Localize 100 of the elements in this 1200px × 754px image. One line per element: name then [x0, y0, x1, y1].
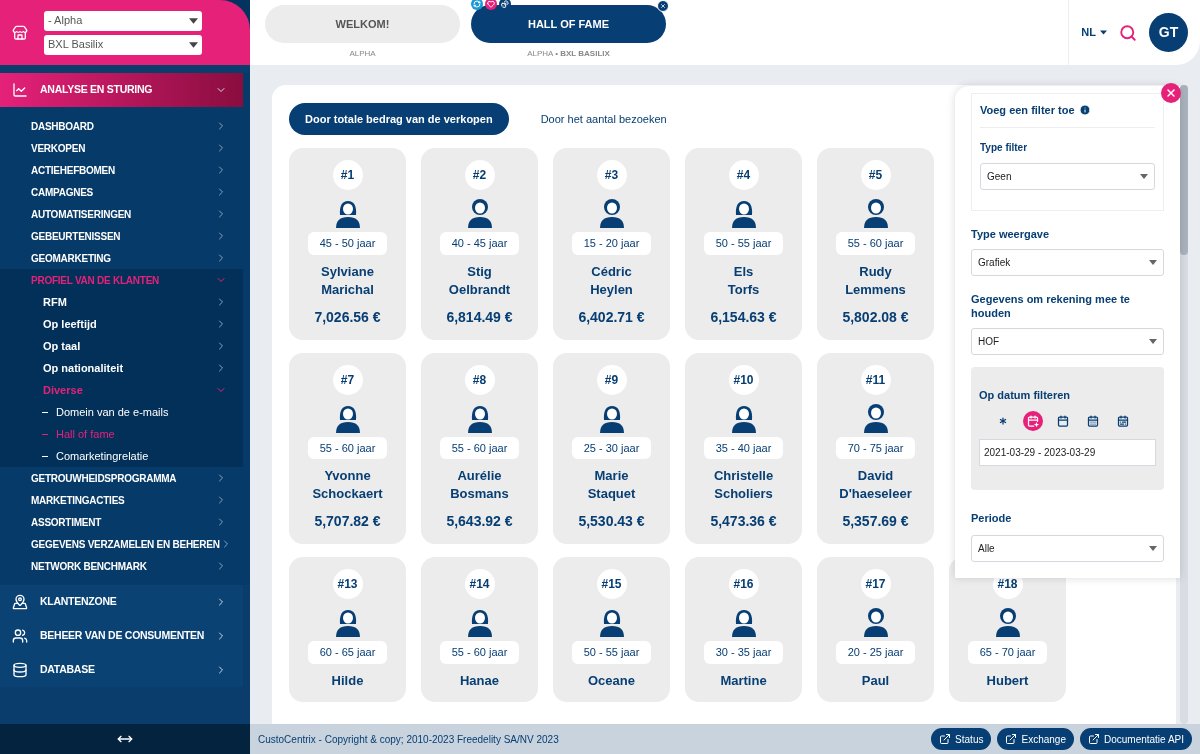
scrollbar[interactable] [1180, 85, 1188, 724]
store-icon [12, 24, 28, 41]
tab[interactable]: WELKOM! [265, 5, 460, 43]
section-label: DATABASE [40, 662, 96, 678]
calendar-icon [1117, 415, 1129, 427]
menu-item[interactable]: ACTIEHEFBOMEN [31, 162, 115, 178]
man-icon [597, 198, 626, 228]
section-label: BEHEER VAN DE CONSUMENTEN [40, 628, 206, 644]
age-badge: 55 - 60 jaar [439, 641, 520, 664]
submenu-link[interactable]: Domein van de e-mails [56, 403, 169, 421]
age-badge: 70 - 75 jaar [835, 436, 916, 459]
footer-link[interactable]: Documentatie API [1079, 728, 1192, 750]
caret-icon [1149, 545, 1157, 551]
customer-first-name: Paul [861, 671, 890, 690]
rank-badge: #3 [596, 160, 627, 190]
tab-subtitle: ALPHA [349, 48, 376, 60]
menu-item[interactable]: ASSORTIMENT [31, 514, 102, 530]
age-badge: 65 - 70 jaar [967, 641, 1048, 664]
date-range-field[interactable]: 2021-03-29 - 2023-03-29 [979, 439, 1156, 466]
man-icon [861, 402, 890, 433]
dice-icon[interactable] [499, 0, 511, 10]
dash-icon [42, 411, 48, 413]
menu-item[interactable]: GEOMARKETING [31, 250, 111, 266]
submenu-item[interactable]: RFM [43, 293, 67, 311]
search-icon[interactable] [1119, 23, 1137, 42]
option-select[interactable]: Grafiek [971, 248, 1164, 276]
close-tab-icon[interactable] [657, 0, 669, 12]
date-mode-button[interactable] [1023, 411, 1043, 431]
menu-item[interactable]: GEBEURTENISSEN [31, 228, 121, 244]
info-icon[interactable] [1078, 104, 1091, 117]
rank-badge: #16 [728, 569, 759, 599]
mode-toggle[interactable]: Door het aantal bezoeken [524, 103, 683, 135]
dash-icon [42, 455, 48, 457]
footer-link[interactable]: Status [931, 728, 992, 750]
rank-badge: #1 [332, 160, 363, 190]
period-select[interactable]: Alle [971, 534, 1164, 562]
customer-first-name: Sylviane [321, 262, 374, 281]
close-button[interactable] [1161, 83, 1181, 103]
amount: 7,026.56 € [314, 307, 381, 327]
menu-item[interactable]: CAMPAGNES [31, 184, 93, 200]
customer-first-name: Martine [720, 671, 767, 690]
age-badge: 55 - 60 jaar [835, 232, 916, 255]
age-badge: 55 - 60 jaar [307, 436, 388, 459]
woman-icon [333, 198, 362, 228]
rank-badge: #14 [464, 569, 495, 599]
customer-first-name: Rudy [859, 262, 892, 281]
menu-section[interactable]: ANALYSE EN STURING [0, 73, 243, 107]
age-badge: 45 - 50 jaar [307, 232, 388, 255]
customer-first-name: Yvonne [324, 467, 371, 485]
user-avatar[interactable]: GT [1149, 13, 1188, 52]
age-badge: 50 - 55 jaar [571, 641, 652, 664]
external-link-icon [1005, 733, 1018, 745]
footer-link[interactable]: Exchange [997, 728, 1074, 750]
type-filter-select[interactable]: Geen [980, 162, 1155, 190]
menu-item[interactable]: NETWORK BENCHMARK [31, 558, 147, 574]
age-badge: 15 - 20 jaar [571, 232, 652, 255]
dash-icon [42, 433, 48, 435]
refresh-icon[interactable] [471, 0, 483, 10]
close-icon [1165, 87, 1177, 99]
store-select[interactable]: - Alpha [44, 10, 202, 31]
age-badge: 40 - 45 jaar [439, 232, 520, 255]
age-badge: 60 - 65 jaar [307, 641, 388, 664]
menu-item[interactable]: DASHBOARD [31, 118, 94, 134]
option-select[interactable]: HOF [971, 327, 1164, 355]
heart-icon[interactable] [485, 0, 497, 10]
section-label: ANALYSE EN STURING [40, 82, 154, 98]
menu-item[interactable]: VERKOPEN [31, 140, 86, 156]
menu-item[interactable]: GEGEVENS VERZAMELEN EN BEHEREN [31, 536, 220, 552]
woman-icon [729, 607, 758, 637]
menu-section[interactable]: BEHEER VAN DE CONSUMENTEN [0, 619, 243, 653]
amount: 5,802.08 € [842, 307, 909, 327]
customer-last-name: Marichal [321, 280, 374, 299]
menu-item[interactable]: MARKETINGACTIES [31, 492, 125, 508]
language-select[interactable]: NL [1081, 24, 1107, 41]
mode-toggle[interactable]: Door totale bedrag van de verkopen [289, 103, 509, 135]
menu-item[interactable]: GETROUWHEIDSPROGRAMMA [31, 470, 177, 486]
store-select[interactable]: BXL Basilix [44, 34, 202, 55]
tab[interactable]: HALL OF FAME [471, 5, 666, 43]
age-badge: 50 - 55 jaar [703, 232, 784, 255]
woman-icon [465, 607, 494, 637]
menu-item[interactable]: AUTOMATISERINGEN [31, 206, 132, 222]
caret-icon [189, 17, 198, 24]
menu-section[interactable]: KLANTENZONE [0, 585, 243, 619]
section-icon [12, 628, 28, 644]
rank-badge: #17 [860, 569, 891, 599]
menu-section[interactable]: DATABASE [0, 653, 243, 687]
submenu-link[interactable]: Comarketingrelatie [56, 447, 149, 465]
field-label: Type filter [980, 140, 1029, 155]
submenu-item[interactable]: Op taal [43, 337, 81, 355]
submenu-item[interactable]: Op leeftijd [43, 315, 97, 333]
external-link-icon [1087, 733, 1100, 745]
amount: 5,473.36 € [710, 512, 777, 531]
rank-badge: #10 [728, 364, 759, 395]
submenu-item[interactable]: Op nationaliteit [43, 359, 124, 377]
amount: 5,643.92 € [446, 512, 513, 531]
amount: 5,357.69 € [842, 512, 909, 531]
rank-badge: #15 [596, 569, 627, 599]
age-badge: 35 - 40 jaar [703, 436, 784, 459]
customer-first-name: Aurélie [457, 467, 502, 485]
rank-badge: #8 [464, 364, 495, 395]
